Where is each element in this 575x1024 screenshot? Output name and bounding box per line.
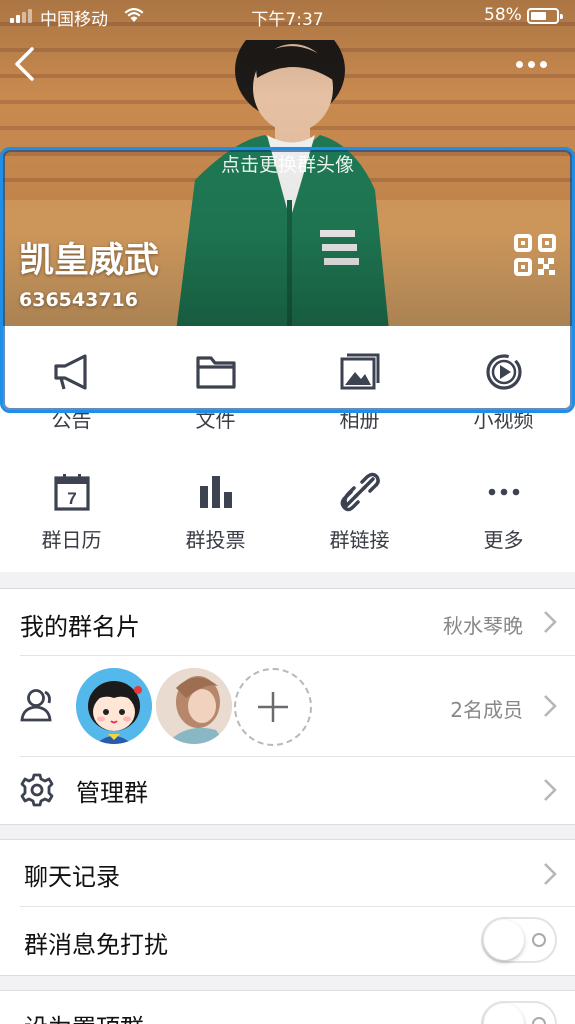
func-group-link[interactable]: 群链接 xyxy=(288,446,431,556)
toggle-off-mark xyxy=(532,933,546,947)
func-label: 公告 xyxy=(51,408,92,432)
members-icon xyxy=(20,689,52,722)
photo-avatar xyxy=(156,668,232,744)
more-dots-icon xyxy=(488,488,519,496)
add-member-button[interactable] xyxy=(234,668,312,746)
func-label: 更多 xyxy=(483,528,524,552)
pin-group-label: 设为置顶群 xyxy=(24,1008,144,1024)
func-label: 小视频 xyxy=(473,408,534,432)
change-group-avatar-hint[interactable]: 点击更换群头像 xyxy=(0,150,575,177)
manage-group-row[interactable]: 管理群 xyxy=(0,757,575,823)
video-play-icon xyxy=(485,354,522,390)
chevron-right-icon xyxy=(544,863,557,885)
group-name[interactable]: 凯皇威武 xyxy=(19,232,159,283)
chat-history-label: 聊天记录 xyxy=(24,863,120,891)
qr-code-icon[interactable] xyxy=(513,233,557,277)
my-group-card-value: 秋水琴晚 xyxy=(443,614,523,638)
pin-group-toggle[interactable] xyxy=(481,1001,557,1024)
folder-icon xyxy=(195,356,236,389)
dot xyxy=(516,60,523,68)
func-announcement[interactable]: 公告 xyxy=(0,326,143,436)
member-avatar[interactable] xyxy=(156,668,232,744)
dot xyxy=(528,60,535,68)
plus-icon xyxy=(258,692,288,722)
battery-percent: 58% xyxy=(484,5,522,25)
func-group-calendar[interactable]: 7 群日历 xyxy=(0,446,143,556)
back-chevron-icon[interactable] xyxy=(12,46,36,82)
calendar-day: 7 xyxy=(67,489,76,508)
toggle-off-mark xyxy=(532,1017,546,1024)
status-bar: 中国移动 下午7:37 58% xyxy=(0,0,575,32)
my-group-card-label: 我的群名片 xyxy=(20,613,140,641)
toggle-knob xyxy=(484,920,524,960)
func-label: 群链接 xyxy=(329,528,390,552)
group-functions-panel: 公告 文件 相册 小视频 7 群日历 群投票 群链接 更多 xyxy=(0,326,575,572)
func-files[interactable]: 文件 xyxy=(144,326,287,436)
group-id: 636543716 xyxy=(19,289,138,311)
pin-group-row: 设为置顶群 xyxy=(0,991,575,1024)
link-icon xyxy=(340,472,380,512)
photo-album-icon xyxy=(340,353,379,390)
func-label: 群投票 xyxy=(185,528,246,552)
member-avatar[interactable] xyxy=(76,668,152,744)
func-label: 相册 xyxy=(339,408,380,432)
func-label: 群日历 xyxy=(41,528,102,552)
calendar-icon: 7 xyxy=(53,474,90,511)
func-label: 文件 xyxy=(195,408,236,432)
chevron-right-icon xyxy=(544,779,557,801)
my-group-card-row[interactable]: 我的群名片 秋水琴晚 xyxy=(0,589,575,655)
func-short-video[interactable]: 小视频 xyxy=(432,326,575,436)
more-options-button[interactable] xyxy=(516,56,552,72)
member-count: 2名成员 xyxy=(450,698,523,722)
chevron-right-icon xyxy=(544,695,557,717)
section-border xyxy=(0,824,575,825)
bar-chart-icon xyxy=(199,476,232,508)
func-more[interactable]: 更多 xyxy=(432,446,575,556)
mute-notifications-toggle[interactable] xyxy=(481,917,557,963)
mute-notifications-label: 群消息免打扰 xyxy=(24,931,168,959)
dot xyxy=(540,60,547,68)
megaphone-icon xyxy=(53,354,87,390)
chat-history-row[interactable]: 聊天记录 xyxy=(0,840,575,906)
func-group-vote[interactable]: 群投票 xyxy=(144,446,287,556)
chat-settings-section: 聊天记录 群消息免打扰 xyxy=(0,840,575,975)
pin-section: 设为置顶群 xyxy=(0,991,575,1024)
manage-group-label: 管理群 xyxy=(76,779,148,807)
toggle-knob xyxy=(484,1004,524,1024)
chevron-right-icon xyxy=(544,611,557,633)
mute-notifications-row: 群消息免打扰 xyxy=(0,907,575,975)
cartoon-girl-avatar xyxy=(76,668,152,744)
section-border xyxy=(0,975,575,976)
func-album[interactable]: 相册 xyxy=(288,326,431,436)
gear-icon xyxy=(20,773,54,807)
battery-icon xyxy=(527,8,563,24)
